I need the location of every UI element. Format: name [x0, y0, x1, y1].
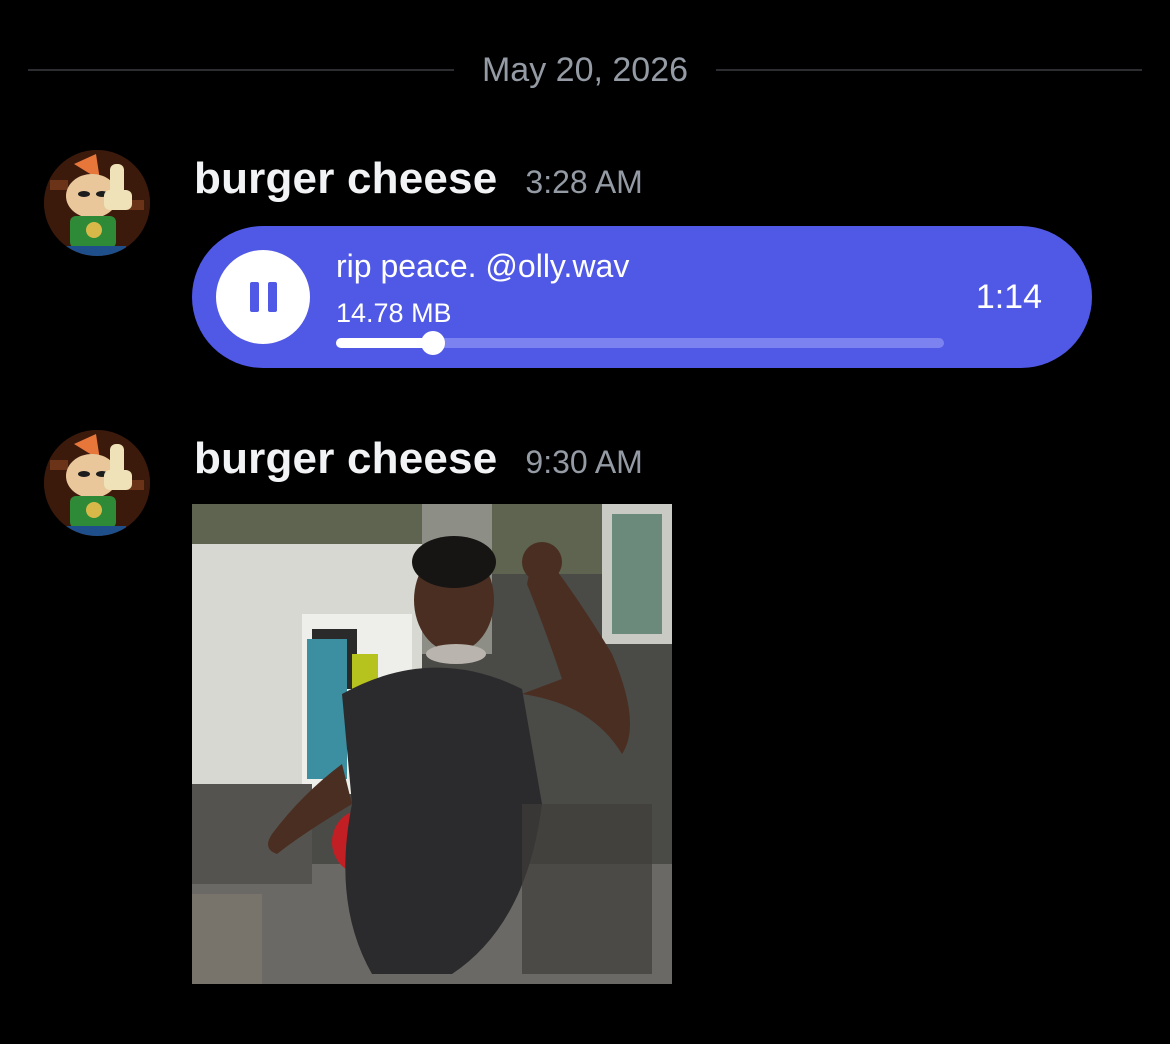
audio-progress-track[interactable]	[336, 331, 944, 355]
date-label: May 20, 2026	[481, 50, 689, 89]
audio-progress-knob[interactable]	[421, 331, 445, 355]
gif-image	[192, 504, 672, 984]
pause-icon-bar	[267, 282, 277, 312]
timestamp: 3:28 AM	[525, 164, 643, 200]
audio-filesize: 14.78 MB	[336, 298, 452, 328]
message-header: burger cheese 9:30 AM	[194, 434, 643, 484]
audio-progress-fill	[336, 338, 433, 348]
divider-line-right	[716, 69, 1142, 71]
pause-button[interactable]	[216, 250, 310, 344]
chat-view: May 20, 2026 burger cheese 3:28 AM rip p…	[0, 0, 1170, 1044]
username[interactable]: burger cheese	[194, 434, 497, 484]
avatar[interactable]	[44, 430, 150, 536]
pause-icon	[249, 282, 259, 312]
audio-filename[interactable]: rip peace. @olly.wav	[336, 248, 629, 285]
message-header: burger cheese 3:28 AM	[194, 154, 643, 204]
username[interactable]: burger cheese	[194, 154, 497, 204]
avatar[interactable]	[44, 150, 150, 256]
audio-duration: 1:14	[975, 278, 1042, 316]
divider-line-left	[28, 69, 454, 71]
timestamp: 9:30 AM	[525, 444, 643, 480]
audio-attachment[interactable]: rip peace. @olly.wav 14.78 MB 1:14	[192, 226, 1092, 368]
gif-attachment[interactable]	[192, 504, 672, 984]
avatar-image	[44, 150, 150, 256]
avatar-image	[44, 430, 150, 536]
date-divider: May 20, 2026	[28, 44, 1142, 96]
